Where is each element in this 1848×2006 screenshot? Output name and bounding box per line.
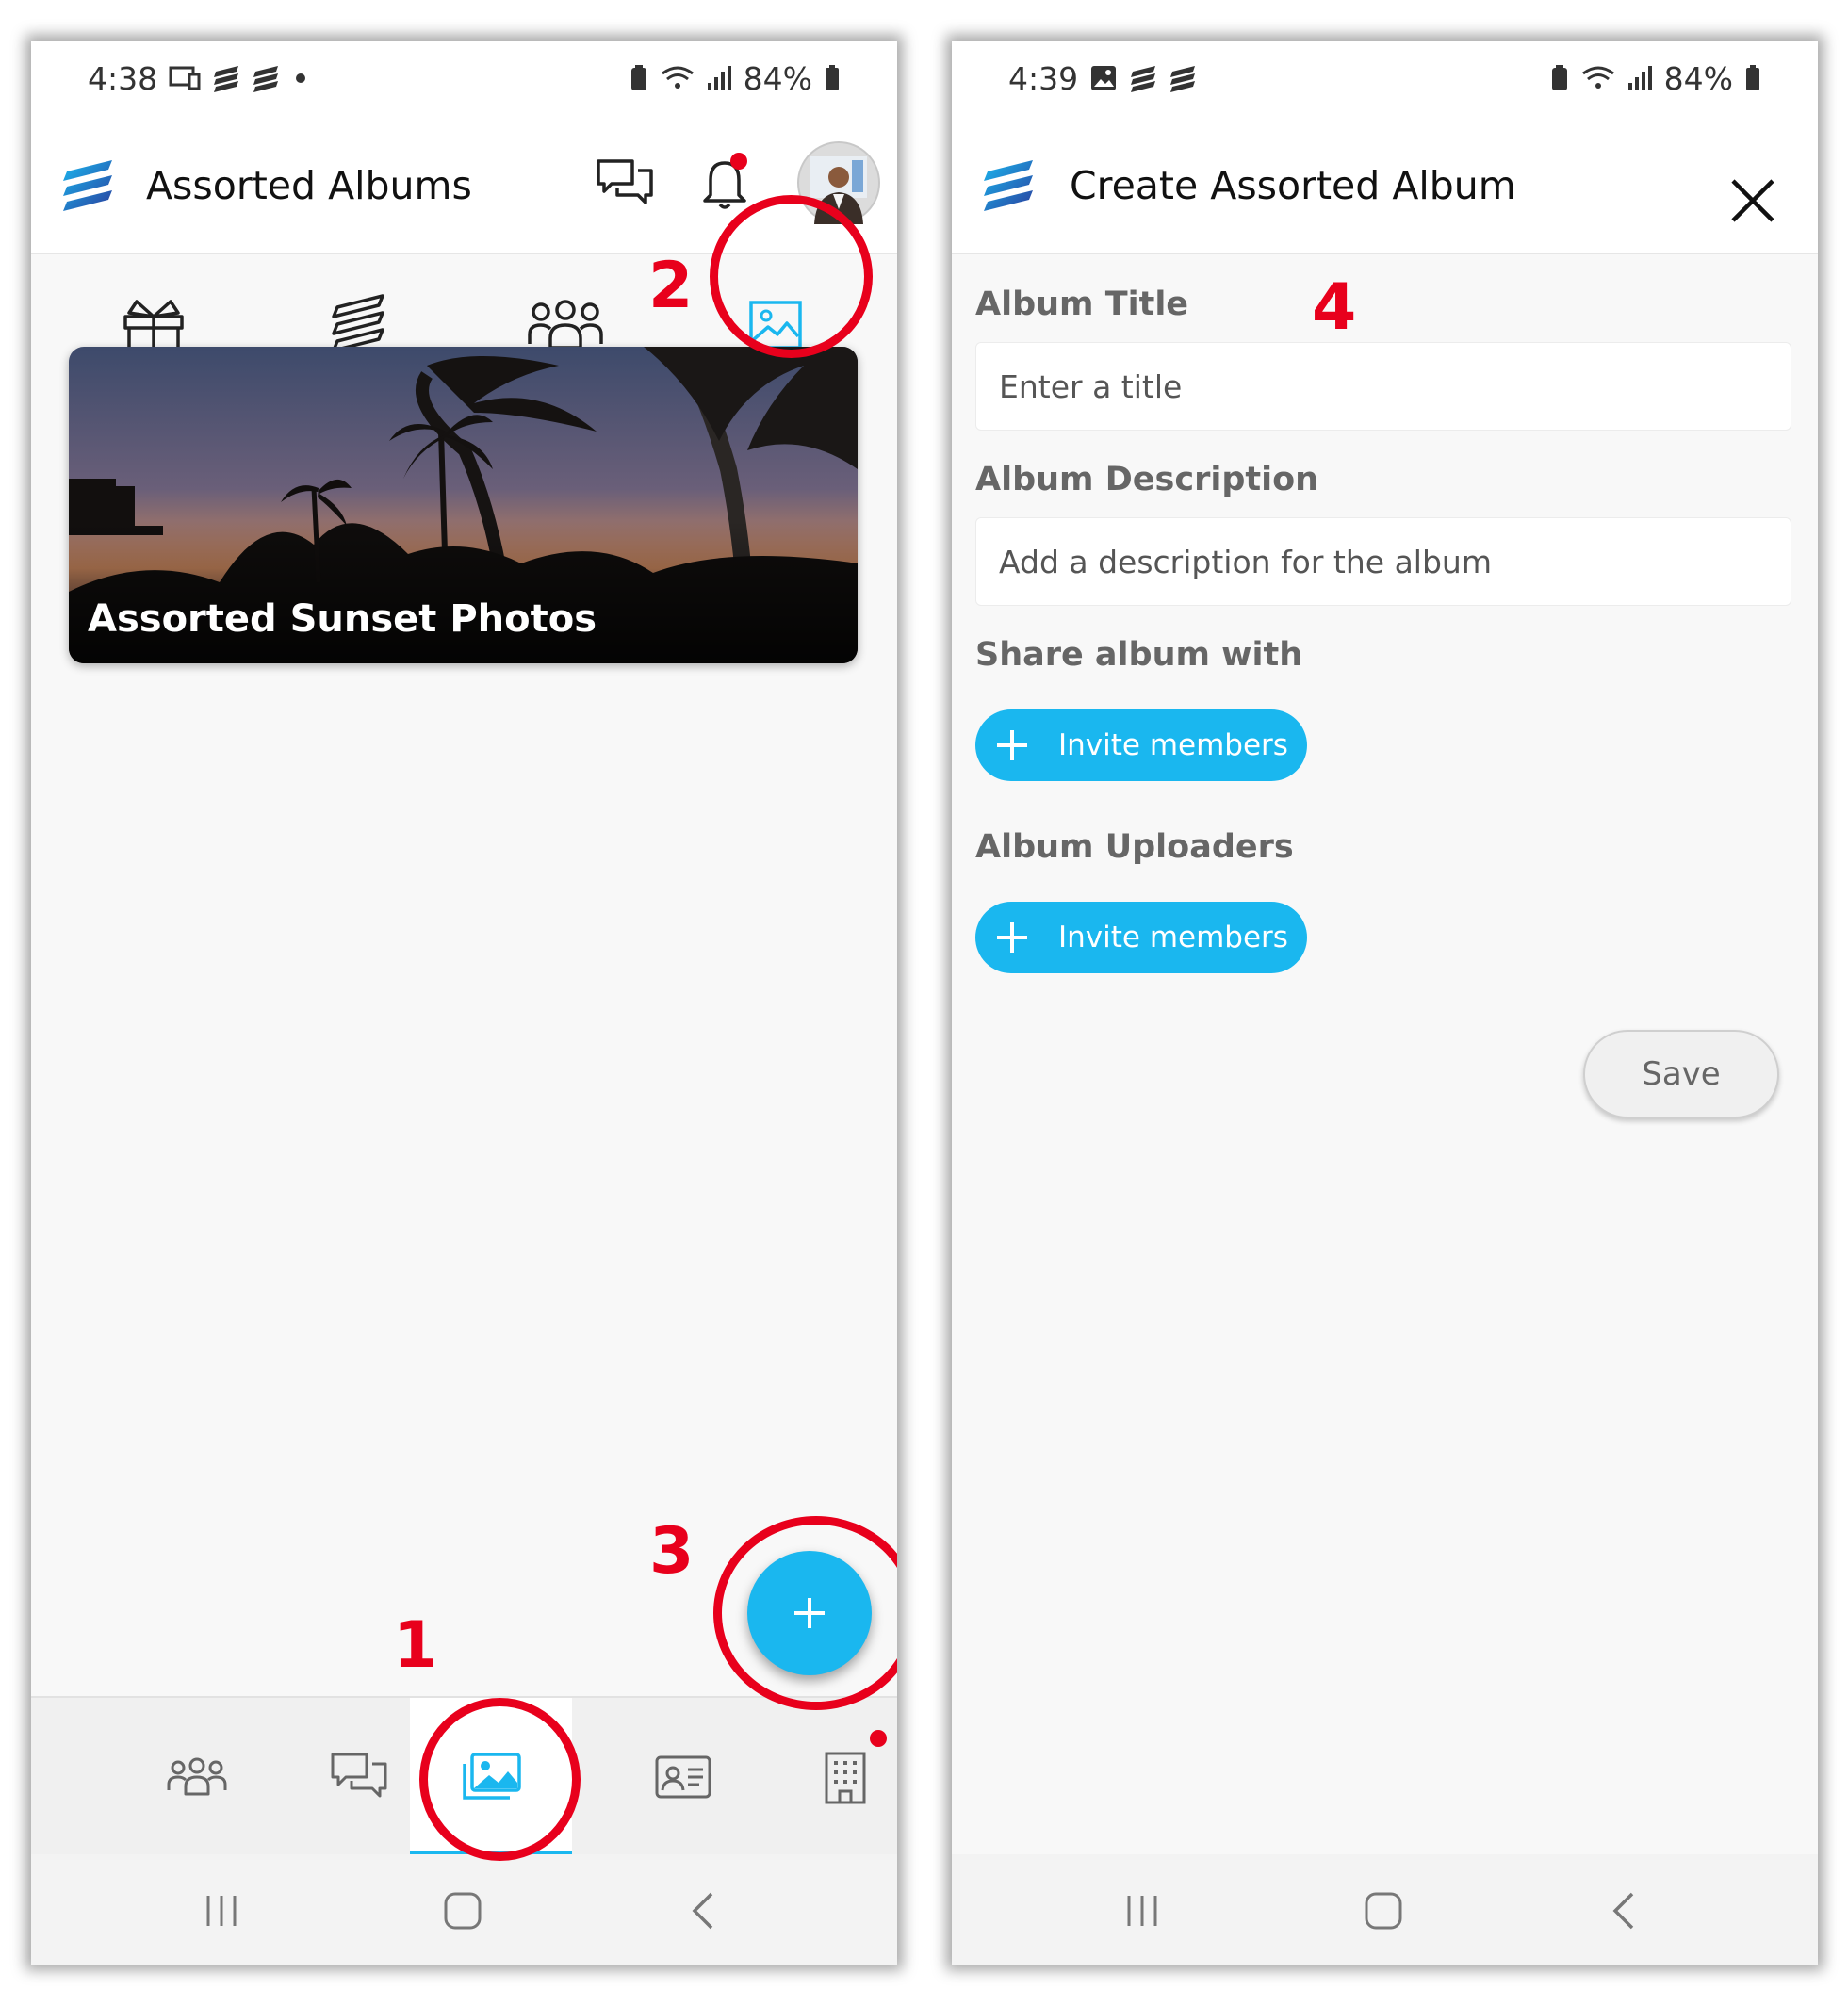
cast-icon [169,66,201,90]
battery-icon [824,64,841,92]
save-button[interactable]: Save [1583,1030,1779,1118]
battery-icon [1744,64,1761,92]
plus-icon [992,726,1032,765]
share-invite-members-label: Invite members [1058,728,1288,762]
battery-saver-icon [1549,64,1570,92]
album-title-label: Album Title [975,285,1189,323]
uploaders-invite-members-button[interactable]: Invite members [975,902,1307,973]
bell-icon[interactable] [695,152,758,214]
page-title: Create Assorted Album [1070,163,1516,208]
annotation-number-3: 3 [649,1514,695,1589]
recent-apps-button[interactable] [1114,1883,1170,1939]
annotation-circle-2 [710,195,873,358]
album-description-input[interactable]: Add a description for the album [975,517,1791,606]
album-uploaders-label: Album Uploaders [975,828,1294,866]
status-time: 4:38 [88,59,158,97]
app-logo-small-icon [252,64,280,92]
right-phone-screen: 4:39 84% Create Assorted Album 4 Album T… [952,41,1818,1965]
album-card[interactable]: Assorted Sunset Photos [69,347,858,663]
annotation-number-2: 2 [648,249,694,323]
people-icon [167,1757,227,1796]
home-icon [444,1892,482,1930]
battery-saver-icon [629,64,649,92]
signal-icon [1627,64,1653,92]
app-logo-small-icon [1169,64,1197,92]
back-button[interactable] [676,1883,732,1939]
annotation-number-4: 4 [1312,270,1357,345]
chat-bubbles-icon[interactable] [594,155,656,212]
album-title-input[interactable]: Enter a title [975,342,1791,431]
annotation-number-1: 1 [393,1608,438,1683]
back-button[interactable] [1596,1883,1653,1939]
app-header: Create Assorted Album [952,116,1818,254]
system-nav-bar [952,1854,1818,1965]
annotation-circle-1 [419,1698,581,1861]
annotation-circle-3 [713,1516,897,1710]
home-icon [1365,1892,1402,1930]
plus-icon [992,918,1032,957]
contact-card-icon [655,1755,711,1799]
share-album-label: Share album with [975,636,1303,674]
home-button[interactable] [434,1883,491,1939]
app-logo-small-icon [1129,64,1157,92]
left-phone-screen: 4:38 84% Assorted Albums Assorted Sunset… [31,41,897,1965]
logo-icon [982,158,1037,213]
album-card-title: Assorted Sunset Photos [88,597,597,641]
app-logo-small-icon [212,64,240,92]
signal-icon [706,64,732,92]
battery-percent: 84% [743,59,812,97]
dot-icon [291,69,310,88]
nav-item-contacts[interactable] [602,1698,764,1856]
home-button[interactable] [1355,1883,1412,1939]
gallery-icon [1089,64,1118,92]
notification-dot [870,1730,887,1747]
building-icon [825,1752,866,1804]
chat-bubbles-icon [331,1753,387,1798]
close-icon [1731,179,1774,222]
battery-percent: 84% [1663,59,1733,97]
wifi-icon [1581,64,1615,92]
status-time: 4:39 [1008,59,1079,97]
system-nav-bar [31,1854,897,1965]
uploaders-invite-members-label: Invite members [1058,921,1288,954]
share-invite-members-button[interactable]: Invite members [975,709,1307,781]
album-description-label: Album Description [975,461,1319,498]
chevron-left-icon [1612,1892,1634,1930]
chevron-left-icon [692,1892,713,1930]
nav-item-groups[interactable] [116,1698,278,1856]
status-bar: 4:38 84% [31,41,897,116]
recent-apps-button[interactable] [193,1883,250,1939]
recent-apps-icon [1127,1896,1157,1926]
close-button[interactable] [1725,172,1781,229]
wifi-icon [661,64,695,92]
recent-apps-icon [206,1896,237,1926]
status-bar: 4:39 84% [952,41,1818,116]
nav-item-organization[interactable] [764,1698,897,1856]
page-title: Assorted Albums [146,163,472,208]
logo-icon [61,158,116,213]
